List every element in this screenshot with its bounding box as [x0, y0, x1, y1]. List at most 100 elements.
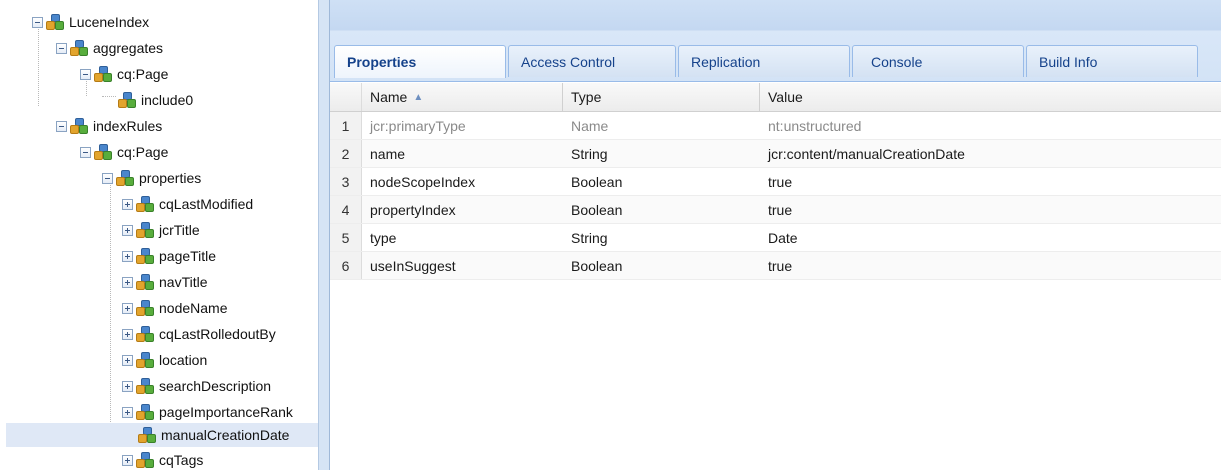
- tree-node-label: indexRules: [93, 118, 163, 134]
- column-header-type[interactable]: Type: [563, 83, 760, 111]
- tree-node-label: aggregates: [93, 40, 164, 56]
- expand-toggle-icon[interactable]: [122, 454, 133, 466]
- property-type[interactable]: String: [563, 140, 760, 167]
- table-row[interactable]: 5 type String Date: [330, 224, 1221, 252]
- row-number: 1: [330, 112, 362, 139]
- tree-node-cq-page[interactable]: cq:Page: [80, 141, 168, 163]
- tree-node-jcrtitle[interactable]: jcrTitle: [122, 219, 200, 241]
- property-value[interactable]: true: [760, 168, 1221, 195]
- collapse-toggle-icon[interactable]: [56, 42, 67, 54]
- tree-node-location[interactable]: location: [122, 349, 207, 371]
- row-number-header: [330, 83, 362, 111]
- node-icon: [136, 351, 155, 369]
- tree-node-cqlastmodified[interactable]: cqLastModified: [122, 193, 253, 215]
- node-icon: [136, 325, 155, 343]
- column-header-label: Name: [370, 89, 408, 105]
- tab-label: Build Info: [1039, 53, 1098, 70]
- expand-toggle-icon[interactable]: [122, 224, 133, 236]
- property-type[interactable]: String: [563, 224, 760, 251]
- tree-node-indexrules[interactable]: indexRules: [56, 115, 162, 137]
- collapse-toggle-icon[interactable]: [102, 172, 113, 184]
- node-icon: [136, 377, 155, 395]
- tab-build-info[interactable]: Build Info: [1026, 45, 1198, 77]
- tree-node-label: pageImportanceRank: [159, 404, 293, 420]
- tree-node-cqlastrolledoutby[interactable]: cqLastRolledoutBy: [122, 323, 276, 345]
- property-name[interactable]: name: [362, 140, 563, 167]
- row-number: 6: [330, 252, 362, 279]
- property-value[interactable]: jcr:content/manualCreationDate: [760, 140, 1221, 167]
- tree-node-cqtags[interactable]: cqTags: [122, 449, 203, 470]
- tree-node-label: include0: [141, 92, 194, 108]
- expand-toggle-icon[interactable]: [122, 406, 133, 418]
- properties-grid: Name ▲ Type Value 1 jcr:primaryType Name…: [330, 83, 1221, 280]
- property-name[interactable]: useInSuggest: [362, 252, 563, 279]
- properties-panel: Properties Access Control Replication Co…: [330, 0, 1221, 470]
- property-type[interactable]: Name: [563, 112, 760, 139]
- property-name[interactable]: nodeScopeIndex: [362, 168, 563, 195]
- collapse-toggle-icon[interactable]: [32, 16, 43, 28]
- node-icon: [136, 195, 155, 213]
- tree-node-label: manualCreationDate: [161, 427, 290, 443]
- property-value[interactable]: nt:unstructured: [760, 112, 1221, 139]
- tree-node-pagetitle[interactable]: pageTitle: [122, 245, 216, 267]
- property-name[interactable]: jcr:primaryType: [362, 112, 563, 139]
- tree-node-searchdescription[interactable]: searchDescription: [122, 375, 271, 397]
- node-icon: [138, 426, 157, 444]
- property-type[interactable]: Boolean: [563, 252, 760, 279]
- tree-node-pageimportancerank[interactable]: pageImportanceRank: [122, 401, 293, 423]
- tab-label: Properties: [347, 54, 417, 70]
- tree-connector: [110, 182, 111, 432]
- table-row[interactable]: 2 name String jcr:content/manualCreation…: [330, 140, 1221, 168]
- column-header-name[interactable]: Name ▲: [362, 83, 563, 111]
- tree-node-cq-page[interactable]: cq:Page: [80, 63, 168, 85]
- tree-node-manualcreationdate[interactable]: manualCreationDate: [6, 423, 318, 447]
- tree-node-nodename[interactable]: nodeName: [122, 297, 228, 319]
- table-row[interactable]: 4 propertyIndex Boolean true: [330, 196, 1221, 224]
- property-value[interactable]: true: [760, 196, 1221, 223]
- expand-toggle-icon[interactable]: [122, 250, 133, 262]
- table-row[interactable]: 1 jcr:primaryType Name nt:unstructured: [330, 112, 1221, 140]
- expand-toggle-icon[interactable]: [122, 380, 133, 392]
- tree-node-label: properties: [139, 170, 202, 186]
- tree-node-include0[interactable]: include0: [118, 89, 193, 111]
- collapse-toggle-icon[interactable]: [80, 68, 91, 80]
- tree-connector: [38, 22, 39, 106]
- panel-splitter[interactable]: [318, 0, 330, 470]
- tree-node-properties[interactable]: properties: [102, 167, 201, 189]
- repository-tree: LuceneIndex aggregates cq:Page include0 …: [0, 0, 318, 470]
- tree-node-aggregates[interactable]: aggregates: [56, 37, 163, 59]
- tree-node-label: cq:Page: [117, 66, 169, 82]
- expand-toggle-icon[interactable]: [122, 302, 133, 314]
- property-value[interactable]: true: [760, 252, 1221, 279]
- sort-ascending-icon: ▲: [413, 91, 424, 103]
- tab-properties[interactable]: Properties: [334, 45, 506, 78]
- node-icon: [136, 403, 155, 421]
- tree-node-luceneindex[interactable]: LuceneIndex: [32, 11, 149, 33]
- tree-node-label: searchDescription: [159, 378, 272, 394]
- expand-toggle-icon[interactable]: [122, 198, 133, 210]
- property-type[interactable]: Boolean: [563, 196, 760, 223]
- expand-toggle-icon[interactable]: [122, 328, 133, 340]
- tab-console[interactable]: Console: [852, 45, 1024, 77]
- table-row[interactable]: 6 useInSuggest Boolean true: [330, 252, 1221, 280]
- expand-toggle-icon[interactable]: [122, 354, 133, 366]
- property-name[interactable]: propertyIndex: [362, 196, 563, 223]
- tree-node-label: jcrTitle: [159, 222, 200, 238]
- node-icon: [94, 143, 113, 161]
- property-value[interactable]: Date: [760, 224, 1221, 251]
- collapse-toggle-icon[interactable]: [56, 120, 67, 132]
- collapse-toggle-icon[interactable]: [80, 146, 91, 158]
- expand-toggle-icon[interactable]: [122, 276, 133, 288]
- tab-label: Console: [871, 53, 923, 70]
- tree-node-navtitle[interactable]: navTitle: [122, 271, 208, 293]
- tree-node-label: cq:Page: [117, 144, 169, 160]
- column-header-value[interactable]: Value: [760, 83, 1221, 111]
- tree-node-label: navTitle: [159, 274, 208, 290]
- property-type[interactable]: Boolean: [563, 168, 760, 195]
- tab-access-control[interactable]: Access Control: [508, 45, 676, 77]
- property-name[interactable]: type: [362, 224, 563, 251]
- tree-node-label: pageTitle: [159, 248, 217, 264]
- tab-replication[interactable]: Replication: [678, 45, 850, 77]
- table-row[interactable]: 3 nodeScopeIndex Boolean true: [330, 168, 1221, 196]
- tree-node-label: cqTags: [159, 452, 204, 468]
